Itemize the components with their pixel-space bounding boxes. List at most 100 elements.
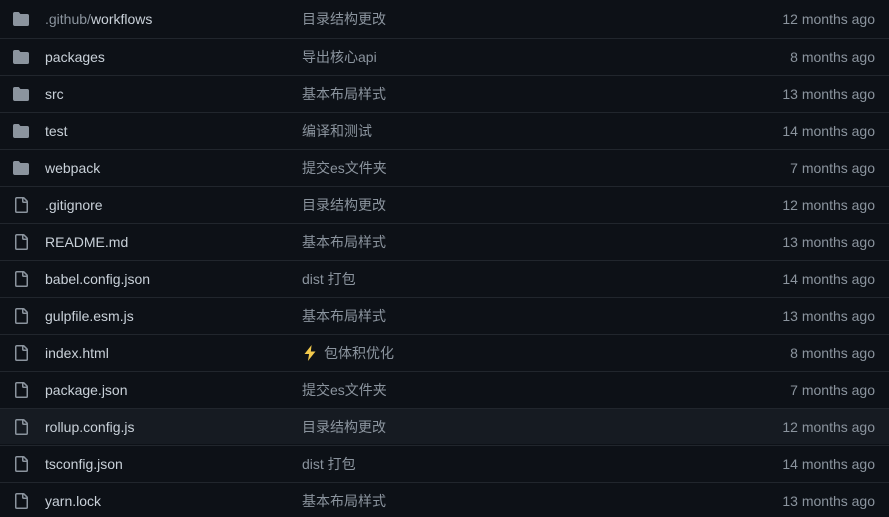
commit-message: 目录结构更改 xyxy=(302,418,386,435)
file-name-link[interactable]: tsconfig.json xyxy=(45,456,123,472)
file-name: package.json xyxy=(45,381,128,398)
commit-message-link[interactable]: dist 打包 xyxy=(302,269,356,289)
file-name-link[interactable]: yarn.lock xyxy=(45,493,101,509)
file-name: gulpfile.esm.js xyxy=(45,307,134,324)
file-name-link[interactable]: babel.config.json xyxy=(45,271,150,287)
file-row[interactable]: gulpfile.esm.js 基本布局样式 13 months ago xyxy=(0,297,889,333)
commit-message: 包体积优化 xyxy=(324,344,394,361)
commit-message-link[interactable]: 编译和测试 xyxy=(302,121,372,141)
file-icon xyxy=(13,455,29,472)
file-name-link[interactable]: gulpfile.esm.js xyxy=(45,308,134,324)
commit-message-link[interactable]: 基本布局样式 xyxy=(302,84,386,104)
file-name: index.html xyxy=(45,344,109,361)
commit-message: 提交es文件夹 xyxy=(302,381,387,398)
commit-message-link[interactable]: 基本布局样式 xyxy=(302,491,386,511)
commit-message-link[interactable]: 目录结构更改 xyxy=(302,195,386,215)
file-name: README.md xyxy=(45,233,129,250)
commit-message-link[interactable]: 提交es文件夹 xyxy=(302,158,387,178)
file-name: tsconfig.json xyxy=(45,455,123,472)
commit-message-link[interactable]: 包体积优化 xyxy=(302,343,394,363)
file-name-link[interactable]: .gitignore xyxy=(45,197,103,213)
file-row[interactable]: README.md 基本布局样式 13 months ago xyxy=(0,223,889,259)
commit-message: 基本布局样式 xyxy=(302,307,386,324)
commit-message: dist 打包 xyxy=(302,455,356,472)
commit-message: 导出核心api xyxy=(302,48,377,65)
file-icon xyxy=(13,196,29,213)
commit-age[interactable]: 13 months ago xyxy=(782,234,875,250)
file-name: workflows xyxy=(90,11,153,27)
folder-icon xyxy=(13,86,29,102)
file-icon xyxy=(13,344,29,361)
folder-icon xyxy=(13,160,29,176)
file-icon xyxy=(13,418,29,435)
commit-age[interactable]: 14 months ago xyxy=(782,456,875,472)
commit-message-link[interactable]: 目录结构更改 xyxy=(302,417,386,437)
folder-row[interactable]: test 编译和测试 14 months ago xyxy=(0,112,889,148)
commit-message-link[interactable]: 基本布局样式 xyxy=(302,306,386,326)
folder-row[interactable]: packages 导出核心api 8 months ago xyxy=(0,38,889,74)
commit-age[interactable]: 13 months ago xyxy=(782,86,875,102)
file-name-link[interactable]: webpack xyxy=(45,160,100,176)
file-icon xyxy=(13,381,29,398)
commit-message: 基本布局样式 xyxy=(302,85,386,102)
commit-message-link[interactable]: dist 打包 xyxy=(302,454,356,474)
commit-age[interactable]: 7 months ago xyxy=(790,160,875,176)
file-name-link[interactable]: README.md xyxy=(45,234,128,250)
file-row[interactable]: tsconfig.json dist 打包 14 months ago xyxy=(0,445,889,481)
commit-age[interactable]: 13 months ago xyxy=(782,308,875,324)
commit-message-link[interactable]: 目录结构更改 xyxy=(302,9,386,29)
file-name-link[interactable]: .github/workflows xyxy=(45,11,152,27)
file-name: src xyxy=(45,85,64,102)
commit-age[interactable]: 8 months ago xyxy=(790,345,875,361)
file-list: .github/workflows 目录结构更改 12 months ago pack… xyxy=(0,0,889,517)
commit-age[interactable]: 8 months ago xyxy=(790,49,875,65)
file-icon xyxy=(13,307,29,324)
file-row[interactable]: babel.config.json dist 打包 14 months ago xyxy=(0,260,889,296)
file-name: rollup.config.js xyxy=(45,418,135,435)
file-row[interactable]: index.html 包体积优化 8 months ago xyxy=(0,334,889,370)
file-name-link[interactable]: packages xyxy=(45,49,105,65)
commit-message-link[interactable]: 提交es文件夹 xyxy=(302,380,387,400)
commit-message-link[interactable]: 导出核心api xyxy=(302,47,377,67)
file-name: yarn.lock xyxy=(45,492,102,509)
folder-icon xyxy=(13,123,29,139)
file-name: .gitignore xyxy=(45,196,103,213)
file-icon xyxy=(13,492,29,509)
file-row[interactable]: .gitignore 目录结构更改 12 months ago xyxy=(0,186,889,222)
file-icon xyxy=(13,233,29,250)
commit-message: 基本布局样式 xyxy=(302,492,386,509)
commit-age[interactable]: 13 months ago xyxy=(782,493,875,509)
file-name: webpack xyxy=(45,159,101,176)
commit-message-link[interactable]: 基本布局样式 xyxy=(302,232,386,252)
folder-icon xyxy=(13,11,29,27)
zap-icon xyxy=(302,344,318,361)
file-name: test xyxy=(45,122,68,139)
folder-row[interactable]: src 基本布局样式 13 months ago xyxy=(0,75,889,111)
file-row[interactable]: yarn.lock 基本布局样式 13 months ago xyxy=(0,482,889,517)
commit-age[interactable]: 12 months ago xyxy=(782,419,875,435)
file-name-link[interactable]: package.json xyxy=(45,382,128,398)
commit-message: 基本布局样式 xyxy=(302,233,386,250)
commit-age[interactable]: 7 months ago xyxy=(790,382,875,398)
folder-row[interactable]: .github/workflows 目录结构更改 12 months ago xyxy=(0,1,889,37)
file-name-link[interactable]: src xyxy=(45,86,64,102)
file-row[interactable]: rollup.config.js 目录结构更改 12 months ago xyxy=(0,408,889,444)
file-name-link[interactable]: index.html xyxy=(45,345,109,361)
file-row[interactable]: package.json 提交es文件夹 7 months ago xyxy=(0,371,889,407)
commit-message: 提交es文件夹 xyxy=(302,159,387,176)
commit-age[interactable]: 12 months ago xyxy=(782,197,875,213)
commit-age[interactable]: 14 months ago xyxy=(782,123,875,139)
file-name-link[interactable]: test xyxy=(45,123,68,139)
file-name-link[interactable]: rollup.config.js xyxy=(45,419,135,435)
file-icon xyxy=(13,270,29,287)
commit-message: 目录结构更改 xyxy=(302,196,386,213)
folder-row[interactable]: webpack 提交es文件夹 7 months ago xyxy=(0,149,889,185)
commit-message: 编译和测试 xyxy=(302,122,372,139)
commit-message: dist 打包 xyxy=(302,270,356,287)
commit-age[interactable]: 14 months ago xyxy=(782,271,875,287)
folder-icon xyxy=(13,49,29,65)
file-name: babel.config.json xyxy=(45,270,151,287)
file-path-prefix: .github/ xyxy=(45,11,91,27)
commit-age[interactable]: 12 months ago xyxy=(782,11,875,27)
commit-message: 目录结构更改 xyxy=(302,11,386,27)
